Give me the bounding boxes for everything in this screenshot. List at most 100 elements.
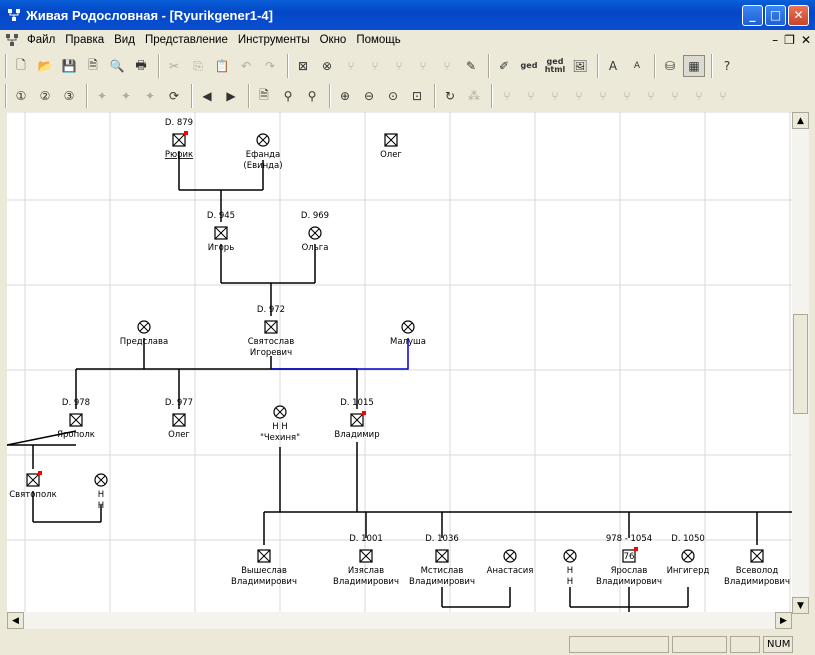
undo-icon[interactable]: ↶ — [235, 55, 257, 77]
save-icon[interactable]: 💾 — [58, 55, 80, 77]
redo-icon[interactable]: ↷ — [259, 55, 281, 77]
person-nn1[interactable]: НН — [94, 473, 108, 511]
person-predslava[interactable]: Предслава — [120, 320, 168, 347]
horizontal-scrollbar[interactable]: ◀ ▶ — [7, 612, 792, 629]
edit-icon[interactable]: ✐ — [493, 55, 515, 77]
person-anastasia[interactable]: Анастасия — [487, 549, 534, 576]
generation-3-icon[interactable]: ③ — [58, 85, 80, 107]
tree-view-7-icon[interactable]: ⑂ — [640, 85, 662, 107]
add-man-icon[interactable]: ⊠ — [292, 55, 314, 77]
find-next-icon[interactable]: ⚲ — [301, 85, 323, 107]
person-oleg2[interactable]: D. 977 Олег — [165, 398, 193, 440]
print-preview-icon[interactable]: 🔍 — [106, 55, 128, 77]
menu-tools[interactable]: Инструменты — [233, 34, 315, 46]
person-olga[interactable]: D. 969 Ольга — [301, 211, 329, 253]
person-malusha[interactable]: Малуша — [390, 320, 426, 347]
pin-2-icon[interactable]: ✦ — [115, 85, 137, 107]
scroll-right-button[interactable]: ▶ — [775, 612, 792, 629]
page-icon[interactable]: 🗎 — [82, 55, 104, 77]
paste-icon[interactable]: 📋 — [211, 55, 233, 77]
scroll-left-button[interactable]: ◀ — [7, 612, 24, 629]
layout-icon[interactable]: ⁂ — [463, 85, 485, 107]
person-ingigerd[interactable]: D. 1050 Ингигерд — [667, 534, 710, 576]
tree-view-1-icon[interactable]: ⑂ — [496, 85, 518, 107]
ged-html-export-button[interactable]: ged html — [543, 55, 567, 77]
person-yaroslav[interactable]: 978 - 1054 76 ЯрославВладимирович — [596, 534, 662, 587]
menu-view[interactable]: Вид — [109, 34, 140, 46]
copy-icon[interactable]: ⎘ — [187, 55, 209, 77]
help-icon[interactable]: ? — [716, 55, 738, 77]
maximize-button[interactable]: □ — [765, 4, 786, 26]
minimize-button[interactable]: _ — [742, 4, 763, 26]
person-chekhinya[interactable]: Н Н"Чехиня" — [260, 405, 300, 443]
zoom-fit-icon[interactable]: ⊙ — [382, 85, 404, 107]
tree-view-5-icon[interactable]: ⑂ — [592, 85, 614, 107]
add-woman-icon[interactable]: ⊗ — [316, 55, 338, 77]
zoom-page-icon[interactable]: ⊡ — [406, 85, 428, 107]
open-icon[interactable]: 📂 — [34, 55, 56, 77]
rotate-icon[interactable]: ↻ — [439, 85, 461, 107]
add-parents-icon[interactable]: ⑂ — [340, 55, 362, 77]
tree-view-2-icon[interactable]: ⑂ — [520, 85, 542, 107]
mdi-close-button[interactable]: ✕ — [801, 33, 811, 47]
zoom-out-icon[interactable]: ⊖ — [358, 85, 380, 107]
person-nn2[interactable]: НН — [563, 549, 577, 587]
person-vsevolod[interactable]: ВсеволодВладимирович — [724, 549, 790, 587]
add-sibling-icon[interactable]: ⑂ — [412, 55, 434, 77]
menu-help[interactable]: Помощь — [351, 34, 405, 46]
font-larger-icon[interactable]: A — [602, 55, 624, 77]
person-oleg1[interactable]: Олег — [380, 133, 402, 160]
vertical-scrollbar[interactable]: ▲ ▼ — [792, 112, 809, 614]
menu-window[interactable]: Окно — [315, 34, 352, 46]
print-icon[interactable]: 🖶 — [130, 55, 152, 77]
back-arrow-icon[interactable]: ◀ — [196, 85, 218, 107]
person-vysheslav[interactable]: ВышеславВладимирович — [231, 549, 297, 587]
pin-3-icon[interactable]: ✦ — [139, 85, 161, 107]
menu-file[interactable]: Файл — [22, 34, 60, 46]
tree-view-8-icon[interactable]: ⑂ — [664, 85, 686, 107]
refresh-branch-icon[interactable]: ⟳ — [163, 85, 185, 107]
scroll-down-button[interactable]: ▼ — [792, 597, 809, 614]
tree-view-3-icon[interactable]: ⑂ — [544, 85, 566, 107]
find-icon[interactable]: ⚲ — [277, 85, 299, 107]
add-child-icon[interactable]: ⑂ — [388, 55, 410, 77]
ged-export-button[interactable]: ged — [517, 55, 541, 77]
tree-view-4-icon[interactable]: ⑂ — [568, 85, 590, 107]
web-export-icon[interactable]: 🖼 — [569, 55, 591, 77]
cut-icon[interactable]: ✂ — [163, 55, 185, 77]
wand-icon[interactable]: ✎ — [460, 55, 482, 77]
generation-2-icon[interactable]: ② — [34, 85, 56, 107]
person-svyatoslav[interactable]: D. 972 СвятославИгоревич — [248, 305, 295, 358]
tree-canvas[interactable]: D. 879 Рюрик Ефанда (Евинда) Олег D. 945 Игорь… — [7, 112, 792, 612]
menu-representation[interactable]: Представление — [140, 34, 233, 46]
new-icon[interactable]: 🗋 — [10, 55, 32, 77]
person-igor[interactable]: D. 945 Игорь — [207, 211, 235, 253]
person-izyaslav[interactable]: D. 1001 ИзяславВладимирович — [333, 534, 399, 587]
tree-view-10-icon[interactable]: ⑂ — [712, 85, 734, 107]
database-icon[interactable]: ⛁ — [659, 55, 681, 77]
font-smaller-icon[interactable]: A — [626, 55, 648, 77]
person-name[interactable]: Рюрик — [165, 150, 193, 160]
link-icon[interactable]: ⑂ — [436, 55, 458, 77]
add-spouse-icon[interactable]: ⑂ — [364, 55, 386, 77]
person-svyatopolk[interactable]: Святополк — [9, 471, 57, 500]
close-button[interactable]: ✕ — [788, 4, 809, 26]
generation-1-icon[interactable]: ① — [10, 85, 32, 107]
person-mstislav[interactable]: D. 1036 МстиславВладимирович — [409, 534, 475, 587]
document-view-icon[interactable]: 🗎 — [253, 85, 275, 107]
person-efanda[interactable]: Ефанда(Евинда) — [243, 133, 283, 171]
person-ryurik[interactable]: D. 879 Рюрик — [165, 118, 193, 160]
menu-edit[interactable]: Правка — [60, 34, 109, 46]
scroll-up-button[interactable]: ▲ — [792, 112, 809, 129]
grid-toggle-icon[interactable]: ▦ — [683, 55, 705, 77]
person-yaropolk[interactable]: D. 978 Ярополк — [57, 398, 95, 440]
document-icon[interactable] — [4, 32, 20, 48]
vertical-scroll-thumb[interactable] — [793, 314, 808, 414]
mdi-minimize-button[interactable]: – — [772, 33, 778, 47]
person-vladimir[interactable]: D. 1015 Владимир — [334, 398, 379, 440]
tree-view-6-icon[interactable]: ⑂ — [616, 85, 638, 107]
mdi-restore-button[interactable]: ❐ — [784, 33, 795, 47]
pin-1-icon[interactable]: ✦ — [91, 85, 113, 107]
forward-arrow-icon[interactable]: ▶ — [220, 85, 242, 107]
tree-view-9-icon[interactable]: ⑂ — [688, 85, 710, 107]
